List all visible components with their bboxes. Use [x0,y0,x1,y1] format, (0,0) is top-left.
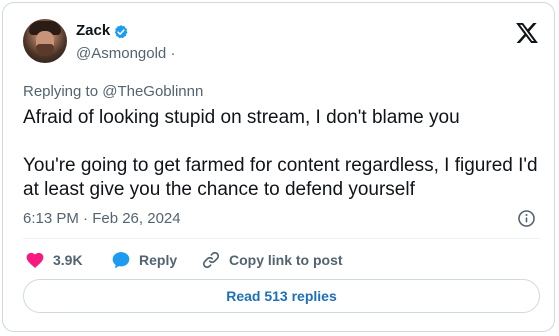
like-button[interactable]: 3.9K [25,249,83,271]
post-text: Afraid of looking stupid on stream, I do… [23,106,543,202]
read-replies-label: Read 513 replies [226,288,337,304]
post-paragraph: You're going to get farmed for content r… [23,155,538,200]
post-paragraph: Afraid of looking stupid on stream, I do… [23,107,460,128]
handle-separator: · [170,45,176,62]
reply-label: Reply [139,252,178,268]
heart-icon [26,252,44,268]
replying-to-label[interactable]: Replying to @TheGoblinnn [23,83,203,101]
like-count: 3.9K [53,252,83,268]
author-avatar[interactable] [23,19,67,63]
x-logo-icon[interactable] [516,23,538,43]
speech-bubble-icon [112,252,130,269]
read-replies-button[interactable]: Read 513 replies [23,279,540,313]
embedded-post-card[interactable]: Zack @Asmongold · Replying to @TheGoblin… [2,2,555,332]
avatar-beard [36,44,54,56]
reply-button[interactable]: Reply [111,249,177,271]
copy-link-label: Copy link to post [229,252,343,268]
link-icon [202,251,220,269]
author-handle[interactable]: @Asmongold [76,45,166,62]
info-icon[interactable] [517,209,536,228]
verified-badge-icon [114,25,128,39]
post-timestamp[interactable]: 6:13 PM · Feb 26, 2024 [23,210,181,228]
copy-link-button[interactable]: Copy link to post [201,249,343,271]
author-name[interactable]: Zack [76,22,110,40]
author-handle-row: @Asmongold · [76,45,175,63]
divider [23,238,540,239]
